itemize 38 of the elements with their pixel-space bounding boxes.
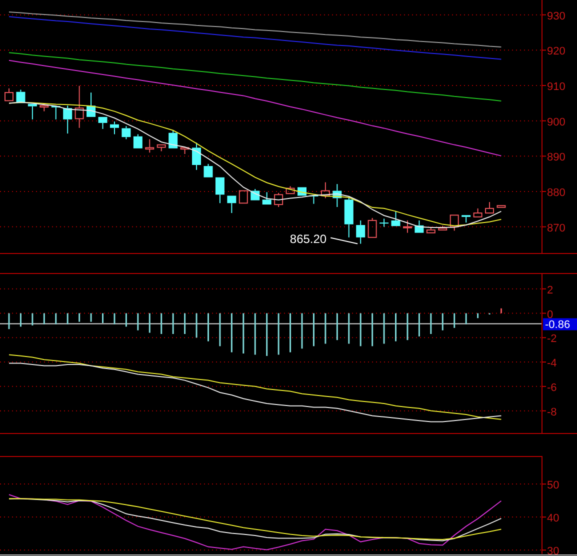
candlestick <box>286 186 295 194</box>
axis-label: 2 <box>547 284 554 296</box>
candlestick <box>462 215 471 224</box>
candlestick <box>204 163 213 178</box>
candlestick <box>63 105 72 134</box>
axis-label: 900 <box>547 116 566 128</box>
axis-label: -6 <box>547 382 557 394</box>
candlestick <box>98 116 108 130</box>
axis-label: 0 <box>547 308 554 321</box>
candlestick <box>391 210 400 226</box>
candlestick <box>215 177 224 204</box>
candlestick <box>238 190 248 204</box>
axis-label: 50 <box>547 480 560 492</box>
value-tag: -0.86 <box>543 318 577 332</box>
candlestick <box>28 104 37 120</box>
axis-label: -8 <box>547 406 557 418</box>
candlestick <box>496 205 506 208</box>
axis-label: 870 <box>547 222 566 234</box>
axis-label: 40 <box>547 512 560 525</box>
axis-label: 30 <box>547 546 560 556</box>
candlestick <box>110 121 119 135</box>
axis-label: 890 <box>547 152 566 164</box>
candlestick <box>180 147 190 155</box>
axis-label: -2 <box>547 333 557 346</box>
candlestick <box>356 220 366 244</box>
axis-label: -4 <box>547 358 557 370</box>
axis-label: 910 <box>547 81 566 93</box>
leader-line <box>330 237 358 244</box>
candlestick <box>227 196 236 214</box>
candlestick <box>74 85 84 128</box>
candlestick <box>122 126 131 140</box>
price-label: 865.20 <box>290 232 327 246</box>
ref-line-label: -0.86 <box>545 319 570 332</box>
candlestick <box>485 202 494 214</box>
axis-label: 920 <box>547 46 566 58</box>
axis-label: 880 <box>547 186 566 199</box>
axis-label: 930 <box>547 10 566 22</box>
candlestick <box>380 218 389 228</box>
